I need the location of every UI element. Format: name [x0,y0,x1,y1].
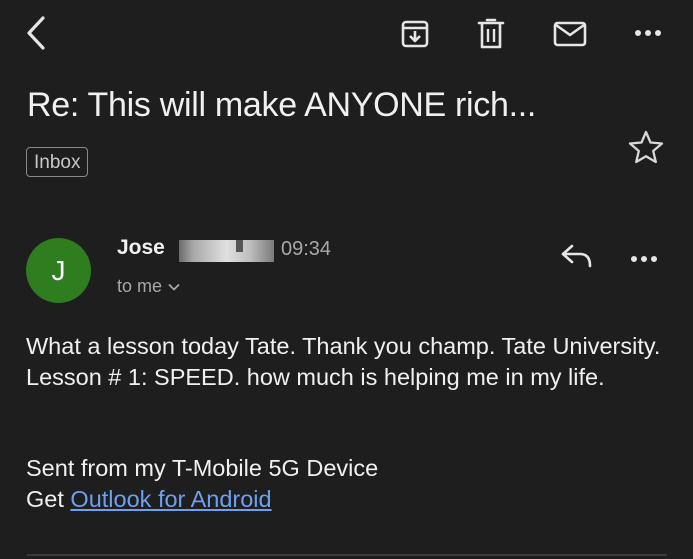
reply-icon [561,244,592,268]
reply-button[interactable] [560,242,594,275]
more-options-button[interactable] [628,18,668,48]
star-icon [628,130,664,164]
recipient-toggle[interactable]: to me [117,276,180,297]
back-button[interactable] [18,12,54,54]
more-options-icon [631,256,657,262]
avatar[interactable]: J [26,238,91,303]
signature-line: Sent from my T-Mobile 5G Device [26,455,379,481]
divider [27,554,667,556]
more-options-icon [635,30,661,36]
mark-unread-icon [553,21,587,47]
chevron-down-icon [168,283,180,290]
delete-button[interactable] [473,15,509,53]
archive-icon [401,20,429,48]
email-body: What a lesson today Tate. Thank you cham… [26,331,671,393]
back-arrow-icon [27,16,45,50]
avatar-initial: J [51,254,66,286]
mark-unread-button[interactable] [550,16,590,52]
email-subject: Re: This will make ANYONE rich... [27,86,537,124]
delete-icon [477,18,505,49]
archive-button[interactable] [397,16,433,52]
body-paragraph: What a lesson today Tate. Thank you cham… [26,333,661,390]
timestamp: 09:34 [281,238,332,260]
redacted-text [179,240,274,262]
star-button[interactable] [628,130,664,169]
recipient-label: to me [117,276,163,296]
inbox-label-chip[interactable]: Inbox [26,147,89,177]
signature-prefix: Get [26,486,71,512]
message-more-options-button[interactable] [630,250,658,268]
sender-name: Jose [117,236,165,259]
signature-link-line: Get Outlook for Android [26,484,378,515]
top-toolbar [0,0,693,70]
email-signature: Sent from my T-Mobile 5G Device Get Outl… [26,453,378,515]
outlook-for-android-link[interactable]: Outlook for Android [70,486,271,512]
